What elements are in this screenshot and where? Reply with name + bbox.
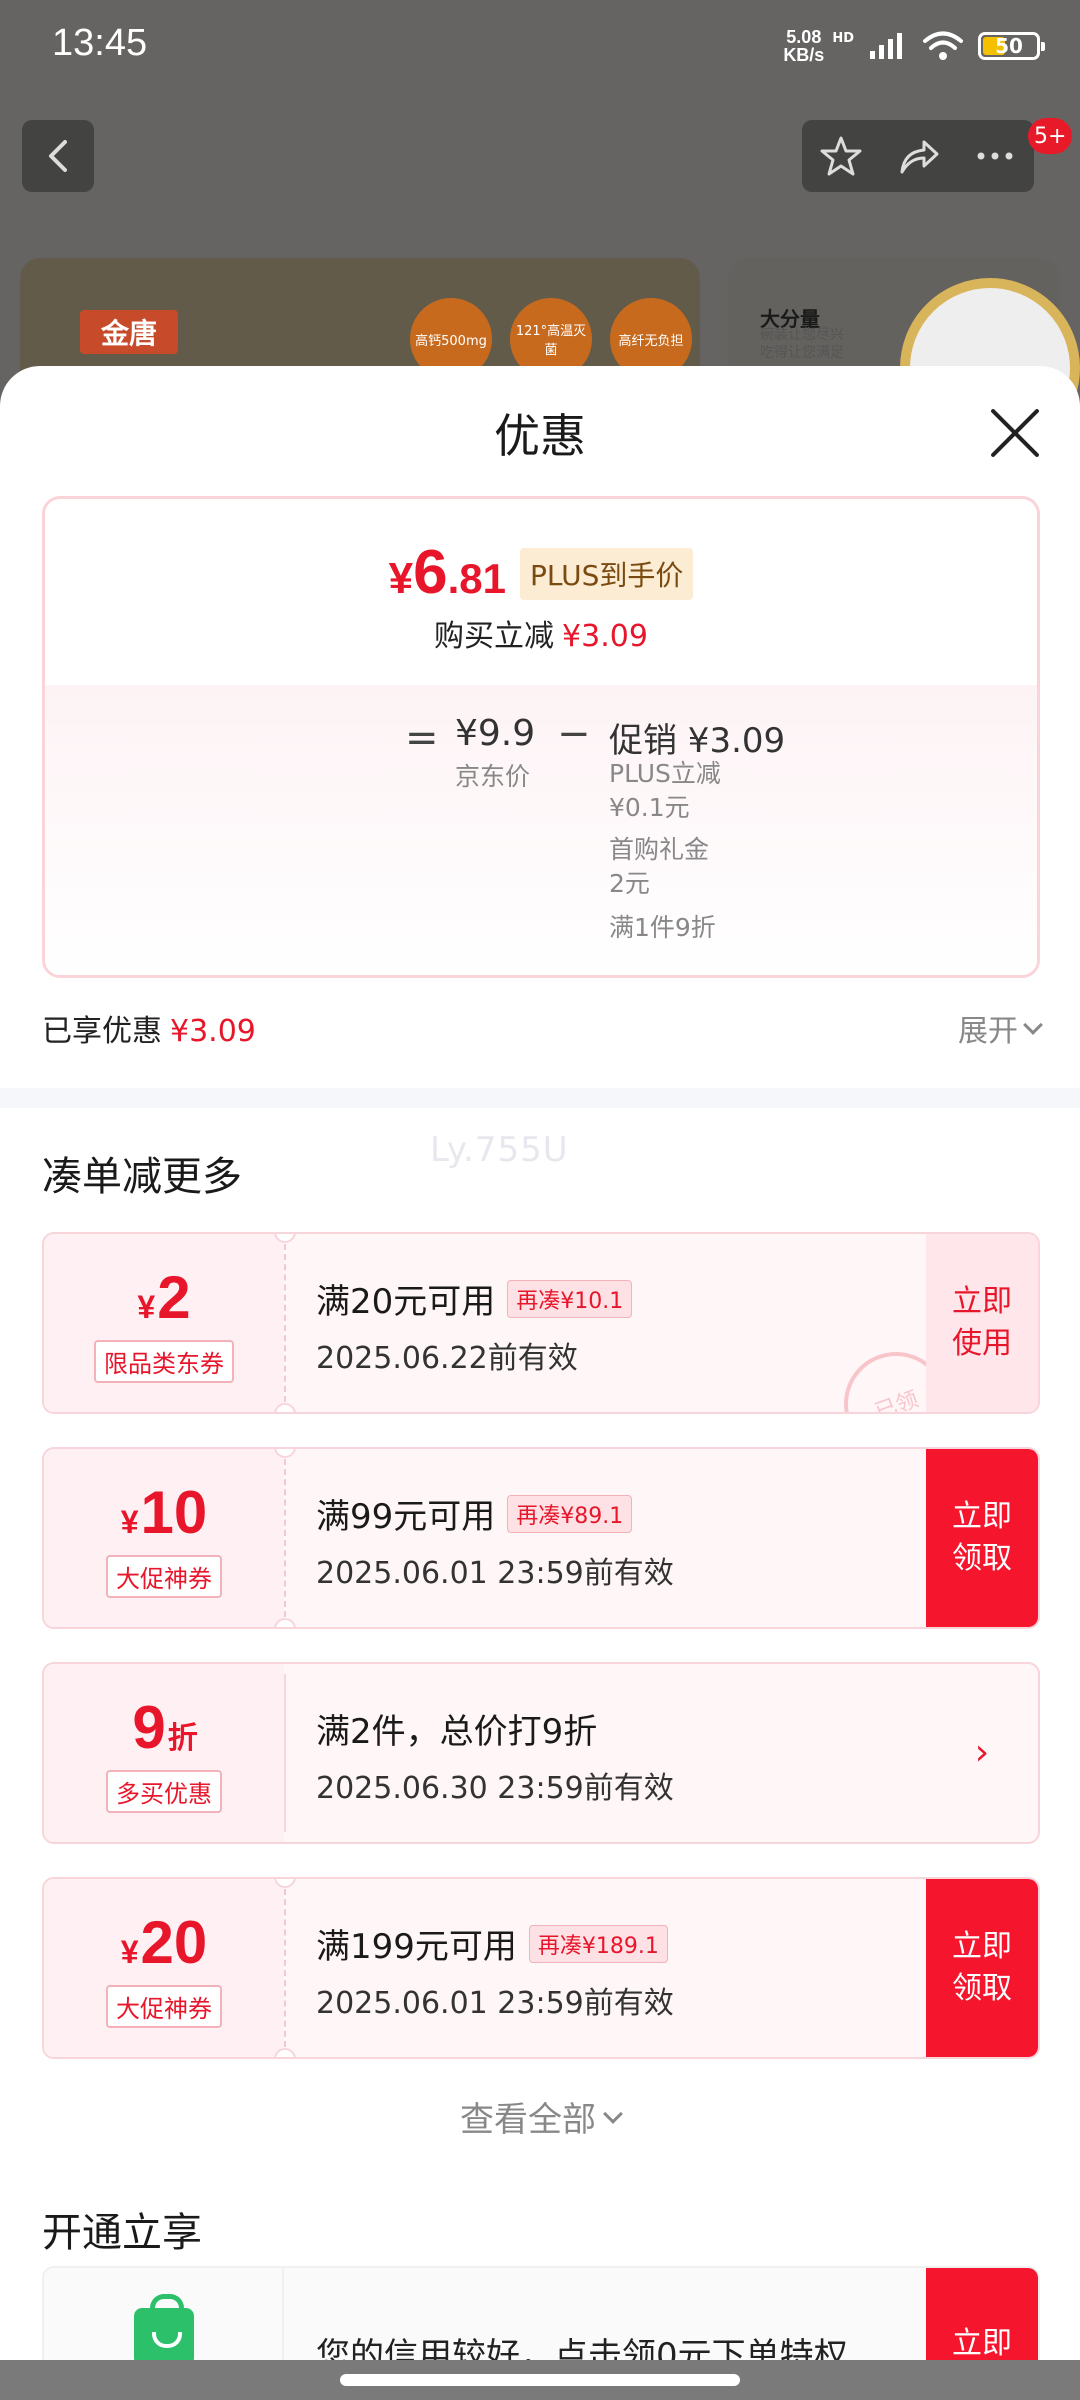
coupon-amount: 9折 (132, 1694, 198, 1761)
promo-item: 满1件9折 (609, 913, 716, 942)
coupon-need-tag: 再凑¥89.1 (507, 1494, 633, 1533)
coupon-card: ¥10 大促神券 满99元可用 再凑¥89.1 2025.06.01 23:59… (42, 1447, 1040, 1629)
jd-price: ¥9.9 (455, 713, 536, 754)
home-indicator[interactable] (0, 2360, 1080, 2400)
coupon-amount: ¥2 (137, 1264, 191, 1331)
chevron-down-icon (1023, 1015, 1043, 1035)
coupon-type-tag: 多买优惠 (106, 1770, 222, 1813)
coupon-validity: 2025.06.22前有效 (316, 1341, 578, 1376)
promo-total: 促销 ¥3.09 (609, 721, 786, 761)
star-icon[interactable] (819, 134, 863, 178)
chevron-right-icon[interactable]: › (926, 1664, 1038, 1842)
signal-icon (870, 33, 902, 59)
battery-icon: 50 (978, 32, 1045, 60)
instant-discount-line: 购买立减 ¥3.09 (434, 619, 648, 654)
coupon-condition: 满99元可用 再凑¥89.1 (316, 1489, 908, 1538)
plus-price-tag: PLUS到手价 (520, 548, 694, 600)
sheet-title: 优惠 (494, 409, 586, 463)
minus-sign: − (557, 711, 591, 757)
promo-item: PLUS立减 (609, 759, 721, 788)
promo-item: ¥0.1元 (609, 793, 690, 822)
use-now-button[interactable]: 立即 使用 (926, 1234, 1038, 1412)
close-button[interactable] (986, 404, 1044, 462)
claim-button[interactable]: 立即 领取 (926, 1449, 1038, 1627)
coupon-validity: 2025.06.01 23:59前有效 (316, 1986, 674, 2021)
message-badge[interactable]: 5+ (1028, 118, 1073, 154)
network-speed: 5.08 KB/s (783, 27, 825, 65)
coupon-validity: 2025.06.01 23:59前有效 (316, 1556, 674, 1591)
membership-title: 开通立享 (42, 2210, 202, 2256)
coupon-condition: 满20元可用 再凑¥10.1 (316, 1274, 908, 1323)
final-price-row: ¥6.81 PLUS到手价 (45, 537, 1037, 608)
coupon-condition: 满199元可用 再凑¥189.1 (316, 1919, 908, 1968)
coupon-card: ¥2 限品类东券 满20元可用 再凑¥10.1 2025.06.22前有效 已领… (42, 1232, 1040, 1414)
brand-logo: 金唐 (80, 310, 178, 354)
final-price: ¥6.81 (388, 538, 506, 607)
enjoyed-discount: 已享优惠 ¥3.09 (42, 1014, 256, 1049)
equals-sign: = (405, 715, 439, 761)
coupon-type-tag: 限品类东券 (94, 1340, 234, 1383)
price-breakdown-card: ¥6.81 PLUS到手价 购买立减 ¥3.09 = ¥9.9 京东价 − 促销 … (42, 496, 1040, 978)
expand-button[interactable]: 展开 (958, 1006, 1043, 1050)
side-image-subtitle: 碗装让您尽兴 吃得让您满足 (760, 327, 844, 361)
status-time: 13:45 (52, 22, 148, 64)
coupon-amount: ¥10 (120, 1479, 208, 1546)
hd-indicator: HD (832, 30, 854, 46)
back-arrow-icon (49, 140, 67, 172)
chevron-down-icon (603, 2103, 623, 2124)
coupon-card: ¥20 大促神券 满199元可用 再凑¥189.1 2025.06.01 23:… (42, 1877, 1040, 2059)
promo-item: 2元 (609, 869, 650, 898)
promo-item: 首购礼金 (609, 835, 710, 864)
wifi-icon (923, 31, 963, 60)
view-all-button[interactable]: 查看全部 (0, 2092, 1080, 2141)
claim-button[interactable]: 立即 领取 (926, 1879, 1038, 2057)
coupon-type-tag: 大促神券 (106, 1985, 222, 2028)
share-icon[interactable] (896, 134, 940, 178)
jd-price-label: 京东价 (455, 762, 531, 791)
more-savings-title: 凑单减更多 (42, 1154, 242, 1200)
battery-level: 50 (995, 34, 1023, 58)
coupon-validity: 2025.06.30 23:59前有效 (316, 1771, 674, 1806)
coupon-need-tag: 再凑¥189.1 (528, 1924, 668, 1963)
coupon-need-tag: 再凑¥10.1 (507, 1279, 633, 1318)
nav-actions (802, 120, 1034, 192)
back-button[interactable] (22, 120, 94, 192)
status-bar: 13:45 5.08 KB/s HD 50 (0, 0, 1080, 92)
coupon-type-tag: 大促神券 (106, 1555, 222, 1598)
watermark: Ly.755U (430, 1130, 569, 1170)
status-icons: 5.08 KB/s HD 50 (783, 26, 1045, 66)
coupon-card[interactable]: 9折 多买优惠 满2件，总价打9折 2025.06.30 23:59前有效 › (42, 1662, 1040, 1844)
coupon-condition: 满2件，总价打9折 (316, 1712, 598, 1752)
section-divider (0, 1088, 1080, 1108)
more-icon[interactable] (973, 134, 1017, 178)
coupon-amount: ¥20 (120, 1909, 208, 1976)
discount-sheet: 优惠 ¥6.81 PLUS到手价 购买立减 ¥3.09 = ¥9.9 京东价 − … (0, 366, 1080, 2400)
